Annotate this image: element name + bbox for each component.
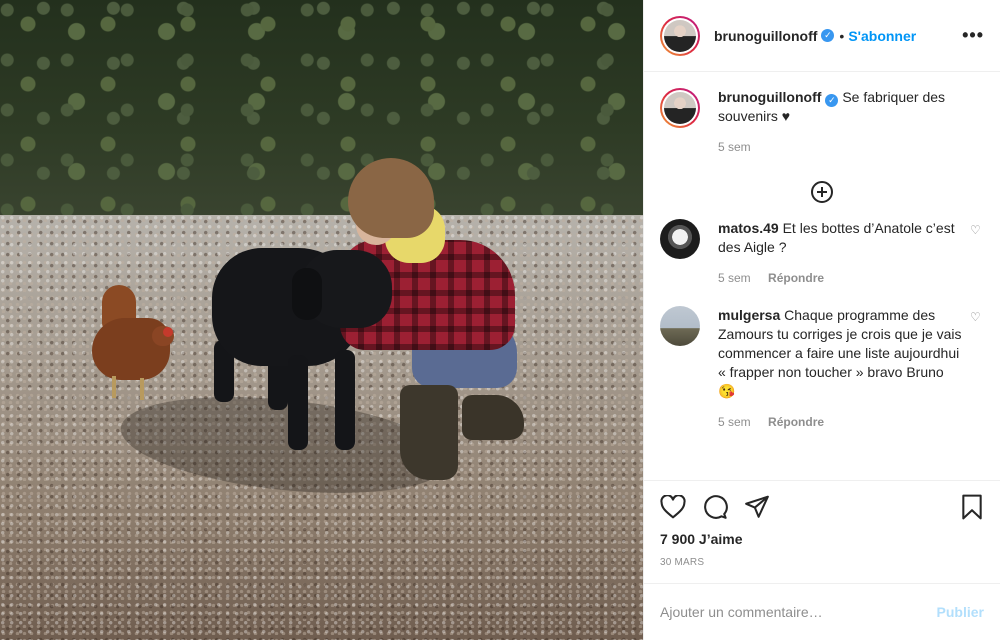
heart-icon[interactable]: [660, 495, 686, 519]
load-more-comments[interactable]: [660, 181, 984, 203]
post-actions: 7 900 J’aime 30 MARS: [644, 480, 1000, 583]
plus-circle-icon[interactable]: [811, 181, 833, 203]
comment-like-icon[interactable]: ♡: [970, 310, 984, 432]
comment-time[interactable]: 5 sem: [718, 271, 751, 285]
commenter-avatar[interactable]: [660, 306, 700, 346]
caption-username[interactable]: brunoguillonoff: [718, 89, 821, 105]
separator-dot: •: [839, 27, 845, 44]
comment-username[interactable]: mulgersa: [718, 307, 780, 323]
comment-text-line: matos.49 Et les bottes d’Anatole c’est d…: [718, 219, 962, 257]
reply-button[interactable]: Répondre: [768, 271, 824, 285]
author-username[interactable]: brunoguillonoff: [714, 28, 817, 44]
hen-leg: [112, 376, 116, 398]
publish-button[interactable]: Publier: [937, 604, 984, 620]
action-icons: [660, 481, 984, 533]
dog-ear: [292, 268, 322, 320]
hen-comb: [163, 327, 173, 337]
post-side-panel: brunoguillonoff ✓ • S'abonner ••• brunog…: [643, 0, 1000, 640]
comment-row: matos.49 Et les bottes d’Anatole c’est d…: [660, 219, 984, 288]
comment-text-line: mulgersa Chaque programme des Zamours tu…: [718, 306, 962, 401]
dog-leg: [335, 350, 355, 450]
post-modal: brunoguillonoff ✓ • S'abonner ••• brunog…: [0, 0, 1000, 640]
child-boot: [462, 395, 524, 440]
comment-username[interactable]: matos.49: [718, 220, 779, 236]
caption-meta: 5 sem: [718, 138, 984, 157]
hen-leg: [140, 378, 144, 400]
post-photo[interactable]: [0, 0, 643, 640]
caption-body: brunoguillonoff ✓ Se fabriquer des souven…: [718, 88, 984, 157]
comment-row: mulgersa Chaque programme des Zamours tu…: [660, 306, 984, 432]
comment-meta: 5 sem Répondre: [718, 269, 962, 288]
child-hair: [348, 158, 434, 238]
comment-body: matos.49 Et les bottes d’Anatole c’est d…: [718, 219, 962, 288]
comment-meta: 5 sem Répondre: [718, 413, 962, 432]
bookmark-icon[interactable]: [960, 494, 984, 520]
child-boot: [400, 385, 458, 480]
comment-time[interactable]: 5 sem: [718, 415, 751, 429]
commenter-avatar[interactable]: [660, 219, 700, 259]
caption-time[interactable]: 5 sem: [718, 140, 751, 154]
avatar-frame: [662, 90, 698, 126]
paper-plane-icon[interactable]: [744, 495, 770, 519]
comments-list[interactable]: brunoguillonoff ✓ Se fabriquer des souven…: [644, 72, 1000, 480]
reply-button[interactable]: Répondre: [768, 415, 824, 429]
comment-input[interactable]: [660, 604, 937, 620]
speech-bubble-icon[interactable]: [702, 494, 728, 520]
caption-text-line: brunoguillonoff ✓ Se fabriquer des souven…: [718, 88, 984, 126]
comment-body: mulgersa Chaque programme des Zamours tu…: [718, 306, 962, 432]
follow-button[interactable]: S'abonner: [848, 28, 916, 44]
avatar-image: [664, 19, 696, 52]
verified-badge-icon: ✓: [821, 29, 835, 42]
verified-badge-icon: ✓: [825, 94, 839, 107]
caption-avatar[interactable]: [660, 88, 700, 128]
comment-composer: Publier: [644, 583, 1000, 640]
avatar-frame: [662, 17, 698, 54]
post-date[interactable]: 30 MARS: [660, 557, 984, 568]
author-avatar[interactable]: [660, 15, 700, 56]
avatar-image: [664, 92, 696, 124]
more-options-icon[interactable]: •••: [962, 25, 984, 46]
caption-row: brunoguillonoff ✓ Se fabriquer des souven…: [660, 88, 984, 157]
like-count[interactable]: 7 900 J’aime: [660, 531, 984, 547]
comment-like-icon[interactable]: ♡: [970, 223, 984, 288]
post-header: brunoguillonoff ✓ • S'abonner •••: [644, 0, 1000, 72]
dog-leg: [288, 355, 308, 450]
